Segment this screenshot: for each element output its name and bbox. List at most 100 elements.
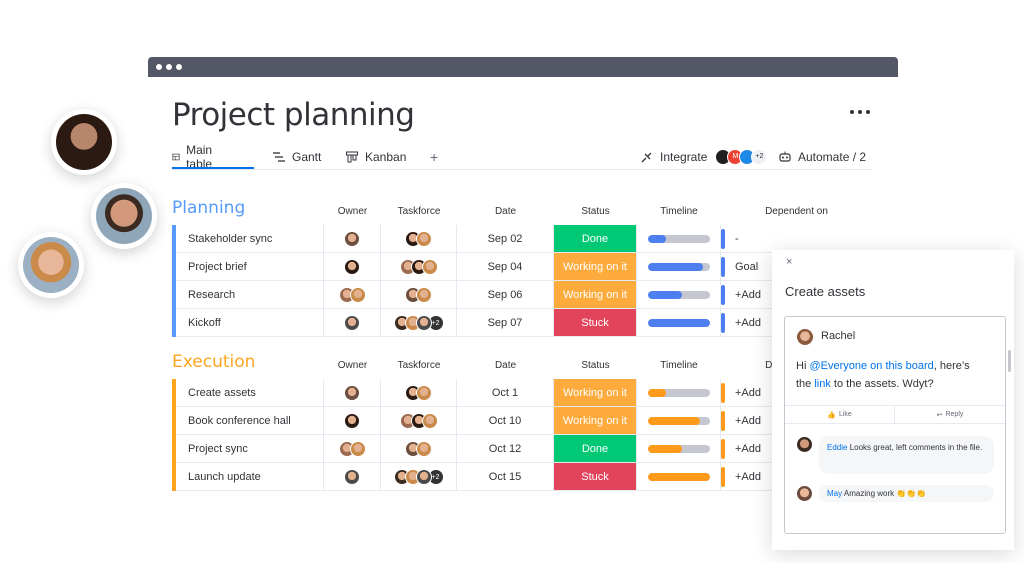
status-label[interactable]: Working on it: [554, 281, 637, 309]
date-value[interactable]: Oct 15: [489, 471, 521, 483]
cell-name[interactable]: Project sync: [176, 435, 324, 463]
timeline-bar[interactable]: [647, 472, 710, 481]
dependency-value[interactable]: +Add: [735, 443, 761, 455]
column-header-date[interactable]: Date: [457, 360, 554, 371]
dependency-value[interactable]: +Add: [735, 387, 761, 399]
avatar[interactable]: [416, 384, 432, 401]
cell-name[interactable]: Launch update: [176, 463, 324, 491]
group-title[interactable]: Planning: [172, 198, 245, 218]
dependency-value[interactable]: Goal: [735, 261, 758, 273]
table-row[interactable]: Project sync Oct 12 Done +Add: [172, 435, 872, 463]
timeline-bar[interactable]: [647, 444, 710, 453]
avatar[interactable]: [344, 230, 360, 247]
cell-timeline[interactable]: [637, 407, 721, 435]
cell-taskforce[interactable]: [381, 225, 457, 253]
reply-author[interactable]: Eddie: [827, 443, 847, 452]
dependency-value[interactable]: +Add: [735, 471, 761, 483]
mention-link[interactable]: @Everyone on this board: [809, 360, 933, 372]
status-label[interactable]: Done: [554, 225, 637, 253]
more-options-icon[interactable]: [850, 108, 872, 116]
status-label[interactable]: Working on it: [554, 253, 637, 281]
item-name[interactable]: Project brief: [188, 261, 247, 273]
timeline-bar[interactable]: [647, 290, 710, 299]
table-row[interactable]: Book conference hall Oct 10 Working on it +…: [172, 407, 872, 435]
timeline-bar[interactable]: [647, 262, 710, 271]
date-value[interactable]: Oct 12: [489, 443, 521, 455]
status-label[interactable]: Working on it: [554, 407, 637, 435]
automate-button[interactable]: Automate / 2: [778, 147, 866, 167]
cell-timeline[interactable]: [637, 435, 721, 463]
date-value[interactable]: Sep 06: [488, 289, 523, 301]
cell-taskforce[interactable]: [381, 435, 457, 463]
cell-owner[interactable]: [324, 463, 381, 491]
dependency-value[interactable]: +Add: [735, 317, 761, 329]
cell-date[interactable]: Oct 15: [457, 463, 554, 491]
cell-owner[interactable]: [324, 281, 381, 309]
cell-taskforce[interactable]: [381, 253, 457, 281]
column-header-timeline[interactable]: Timeline: [637, 206, 721, 217]
tab-gantt[interactable]: Gantt: [272, 145, 321, 169]
date-value[interactable]: Oct 1: [492, 387, 518, 399]
cell-taskforce[interactable]: [381, 379, 457, 407]
cell-date[interactable]: Oct 10: [457, 407, 554, 435]
avatar[interactable]: [415, 468, 432, 485]
add-view-button[interactable]: +: [430, 145, 438, 169]
column-header-taskforce[interactable]: Taskforce: [381, 360, 457, 371]
table-row[interactable]: Project brief Sep 04 Working on it Goal: [172, 253, 872, 281]
cell-taskforce[interactable]: [381, 407, 457, 435]
cell-owner[interactable]: [324, 435, 381, 463]
cell-name[interactable]: Project brief: [176, 253, 324, 281]
item-name[interactable]: Create assets: [188, 387, 256, 399]
table-row[interactable]: Stakeholder sync Sep 02 Done -: [172, 225, 872, 253]
status-label[interactable]: Stuck: [554, 309, 637, 337]
status-label[interactable]: Stuck: [554, 463, 637, 491]
cell-owner[interactable]: [324, 379, 381, 407]
item-name[interactable]: Stakeholder sync: [188, 233, 272, 245]
avatar[interactable]: [349, 440, 366, 457]
avatar[interactable]: [349, 286, 366, 303]
cell-timeline[interactable]: [637, 379, 721, 407]
dependency-value[interactable]: +Add: [735, 289, 761, 301]
tab-main-table[interactable]: Main table: [172, 143, 218, 171]
cell-timeline[interactable]: [637, 463, 721, 491]
cell-timeline[interactable]: [637, 225, 721, 253]
cell-name[interactable]: Book conference hall: [176, 407, 324, 435]
cell-dependent[interactable]: -: [721, 225, 872, 253]
table-row[interactable]: Launch update +2 Oct 15 Stuck +Add: [172, 463, 872, 491]
cell-owner[interactable]: [324, 309, 381, 337]
avatar[interactable]: [421, 258, 438, 275]
tab-kanban[interactable]: Kanban: [345, 145, 406, 169]
cell-owner[interactable]: [324, 253, 381, 281]
date-value[interactable]: Sep 04: [488, 261, 523, 273]
group-title[interactable]: Execution: [172, 352, 255, 372]
cell-name[interactable]: Create assets: [176, 379, 324, 407]
table-row[interactable]: Create assets Oct 1 Working on it +Add: [172, 379, 872, 407]
item-name[interactable]: Project sync: [188, 443, 248, 455]
avatar[interactable]: [416, 440, 432, 457]
reply-author[interactable]: May: [827, 489, 842, 498]
avatar[interactable]: [415, 314, 432, 331]
avatar[interactable]: [416, 286, 432, 303]
table-row[interactable]: Kickoff +2 Sep 07 Stuck +Add: [172, 309, 872, 337]
cell-owner[interactable]: [324, 407, 381, 435]
reply-button[interactable]: ↩ Reply: [895, 406, 1005, 423]
cell-timeline[interactable]: [637, 281, 721, 309]
avatar[interactable]: [344, 412, 360, 429]
cell-date[interactable]: Sep 07: [457, 309, 554, 337]
scrollbar[interactable]: [1008, 350, 1011, 372]
cell-date[interactable]: Sep 04: [457, 253, 554, 281]
cell-taskforce[interactable]: +2: [381, 309, 457, 337]
avatar[interactable]: [344, 384, 360, 401]
cell-name[interactable]: Research: [176, 281, 324, 309]
column-header-owner[interactable]: Owner: [324, 206, 381, 217]
column-header-date[interactable]: Date: [457, 206, 554, 217]
status-label[interactable]: Done: [554, 435, 637, 463]
avatar[interactable]: [344, 258, 360, 275]
cell-taskforce[interactable]: [381, 281, 457, 309]
date-value[interactable]: Sep 02: [488, 233, 523, 245]
cell-taskforce[interactable]: +2: [381, 463, 457, 491]
date-value[interactable]: Oct 10: [489, 415, 521, 427]
item-name[interactable]: Book conference hall: [188, 415, 291, 427]
cell-name[interactable]: Stakeholder sync: [176, 225, 324, 253]
avatar[interactable]: [421, 412, 438, 429]
